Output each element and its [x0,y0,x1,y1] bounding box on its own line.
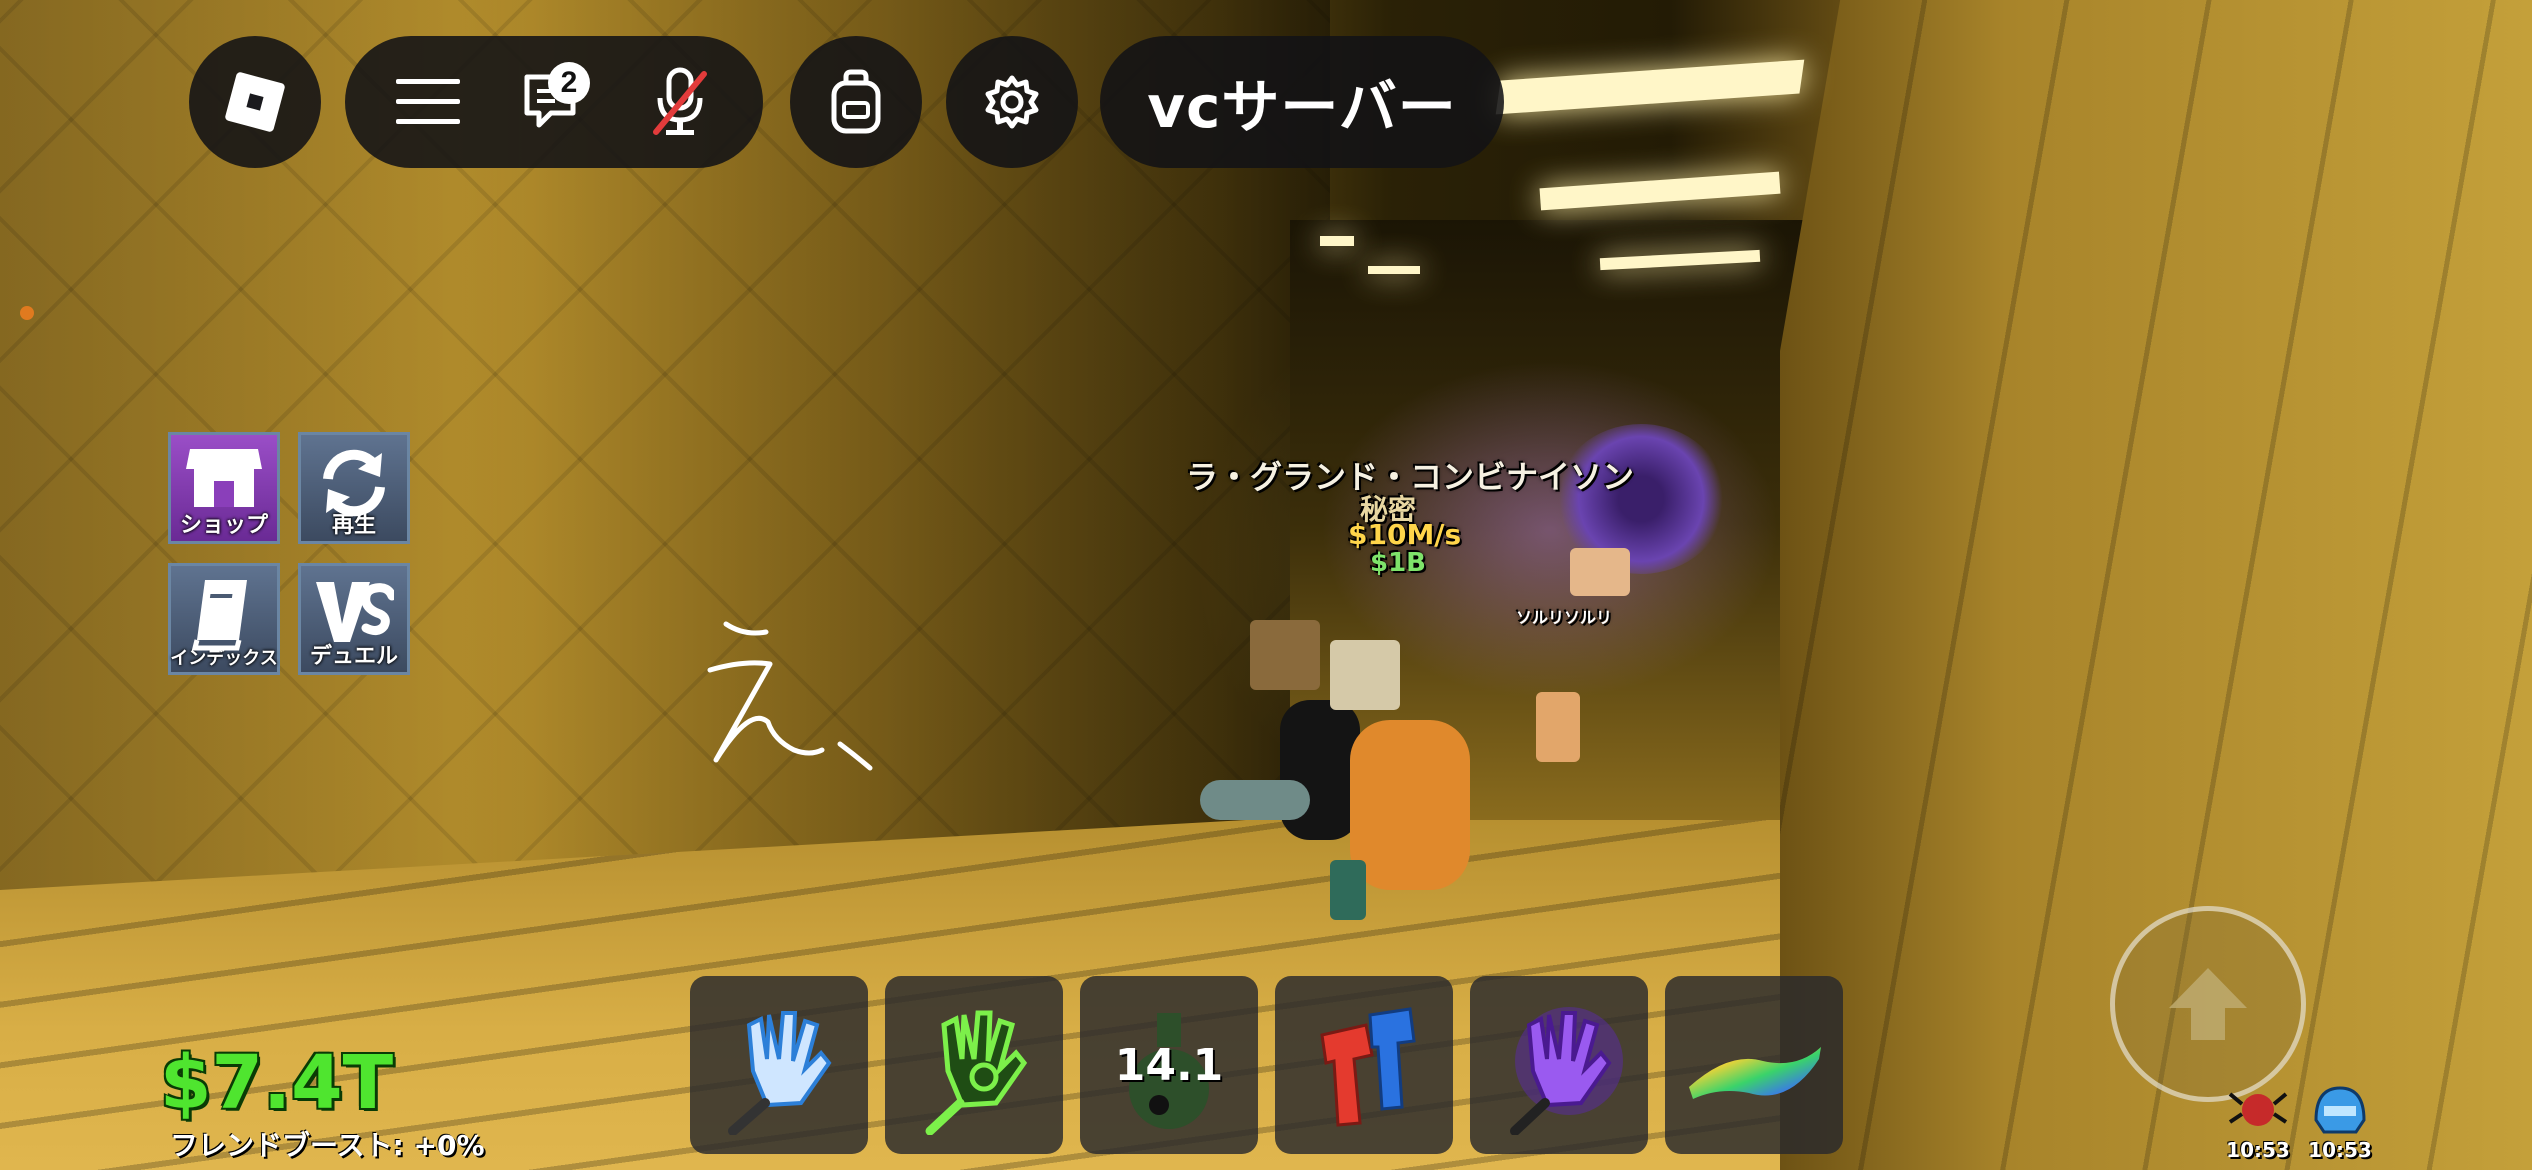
octopus-creature [1350,720,1470,890]
hotbar-slot-3[interactable]: 14.1 [1080,976,1258,1154]
duel-button[interactable]: デュエル [298,563,410,675]
roblox-menu-button[interactable] [189,36,321,168]
rainbow-carpet-icon [1689,1047,1821,1099]
effect-timer-1: 10:53 [2218,1082,2298,1162]
roblox-logo-icon [224,71,286,133]
npc-income-label: $10M/s [1348,518,1462,551]
hamburger-icon [396,79,460,124]
hamburger-menu-button[interactable] [378,52,478,152]
notification-dot [20,306,34,320]
chat-unread-badge: 2 [548,62,590,104]
topbar-controls: 2 [345,36,763,168]
shop-button[interactable]: ショップ [168,432,280,544]
npc-body [1536,692,1580,762]
server-name-button[interactable]: vcサーバー [1100,36,1504,168]
hotbar-slot-1[interactable] [690,976,868,1154]
chat-button[interactable]: 2 [504,52,604,152]
voice-chat-button[interactable] [630,52,730,152]
npc-price-label: $1B [1370,548,1426,578]
other-npc-name-label: ソルリソルリ [1516,608,1613,627]
npc-head [1570,548,1630,596]
handwritten-doodle: え、 [707,621,873,771]
hotbar-slot-5[interactable] [1470,976,1648,1154]
money-counter: $7.4T [160,1040,394,1126]
hotbar-slot-4[interactable] [1275,976,1453,1154]
red-blue-glove-icon [1320,1007,1416,1127]
refresh-icon [323,449,385,517]
companion-head [1330,640,1400,710]
index-button[interactable]: インデックス [168,563,280,675]
ceiling-light [1539,171,1781,211]
backpack-icon [831,69,881,134]
effect-timer-2: 10:53 [2300,1082,2380,1162]
settings-button[interactable] [946,36,1078,168]
ceiling-light [1495,59,1805,115]
friend-boost-label: フレンドブースト: +0% [170,1129,485,1162]
ceiling-light [1368,266,1420,274]
book-icon [191,580,247,651]
player-head [1250,620,1320,690]
hotbar-slot-2[interactable] [885,976,1063,1154]
red-spider-icon [2228,1092,2288,1126]
hotbar-slot-6[interactable] [1665,976,1843,1154]
shark-creature [1200,780,1310,820]
arrow-up-icon [2169,968,2247,1040]
blue-helmet-icon [2314,1086,2366,1134]
gear-icon [985,75,1039,129]
versus-icon [316,582,394,642]
potion-count-label: 14.1 [1114,1039,1224,1091]
store-icon [186,449,262,507]
backpack-button[interactable] [790,36,922,168]
blue-glove-icon [728,1011,832,1135]
ceiling-light [1320,236,1354,246]
purple-glove-icon [1510,1007,1623,1135]
microphone-muted-icon [653,67,707,135]
player-legs [1330,860,1366,920]
shop-label: ショップ [179,513,268,538]
biohazard-glove-icon [925,1010,1028,1135]
jump-button[interactable] [2110,906,2306,1102]
replay-button[interactable]: 再生 [298,432,410,544]
